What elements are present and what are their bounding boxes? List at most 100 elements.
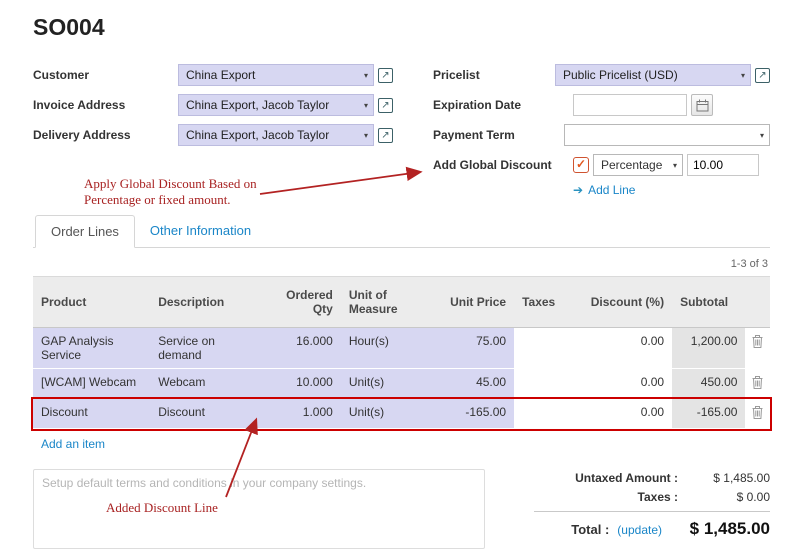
chevron-down-icon: ▾ (673, 161, 677, 170)
customer-select[interactable]: China Export ▾ (178, 64, 374, 86)
global-discount-label: Add Global Discount (433, 158, 573, 172)
delete-row-button[interactable] (745, 369, 770, 399)
delivery-address-select[interactable]: China Export, Jacob Taylor ▾ (178, 124, 374, 146)
cell-unit-price[interactable]: -165.00 (438, 399, 514, 429)
add-an-item-link[interactable]: Add an item (41, 437, 105, 451)
form-right-column: Pricelist Public Pricelist (USD) ▾ ↗ Exp… (433, 63, 770, 197)
trash-icon (752, 376, 763, 389)
discount-amount-input[interactable] (687, 154, 759, 176)
taxes-value: $ 0.00 (678, 490, 770, 504)
untaxed-amount-label: Untaxed Amount : (575, 471, 678, 485)
cell-qty[interactable]: 10.000 (257, 369, 341, 399)
header-ordered-qty: Ordered Qty (257, 277, 341, 328)
calendar-icon (696, 99, 709, 112)
cell-unit-price[interactable]: 75.00 (438, 328, 514, 369)
external-link-icon[interactable]: ↗ (755, 68, 770, 83)
cell-discount[interactable]: 0.00 (570, 369, 672, 399)
external-link-icon[interactable]: ↗ (378, 68, 393, 83)
cell-description[interactable]: Discount (150, 399, 257, 429)
delivery-address-field: Delivery Address China Export, Jacob Tay… (33, 123, 433, 147)
cell-taxes[interactable] (514, 369, 570, 399)
global-discount-field: Add Global Discount ✓ Percentage ▾ (433, 153, 770, 177)
pager: 1-3 of 3 (33, 258, 768, 270)
expiration-date-label: Expiration Date (433, 98, 573, 112)
cell-product[interactable]: [WCAM] Webcam (33, 369, 150, 399)
delete-row-button[interactable] (745, 328, 770, 369)
check-icon: ✓ (576, 157, 586, 171)
tab-order-lines[interactable]: Order Lines (35, 215, 135, 248)
delivery-address-label: Delivery Address (33, 128, 178, 142)
table-row[interactable]: [WCAM] Webcam Webcam 10.000 Unit(s) 45.0… (33, 369, 770, 399)
cell-description[interactable]: Webcam (150, 369, 257, 399)
header-product: Product (33, 277, 150, 328)
totals-divider (534, 511, 770, 512)
cell-discount[interactable]: 0.00 (570, 399, 672, 429)
cell-discount[interactable]: 0.00 (570, 328, 672, 369)
chevron-down-icon: ▾ (760, 131, 764, 140)
trash-icon (752, 335, 763, 348)
trash-icon (752, 406, 763, 419)
table-row[interactable]: GAP Analysis Service Service on demand 1… (33, 328, 770, 369)
header-actions (745, 277, 770, 328)
customer-field: Customer China Export ▾ ↗ (33, 63, 433, 87)
cell-uom[interactable]: Unit(s) (341, 399, 438, 429)
update-link[interactable]: (update) (617, 523, 662, 537)
chevron-down-icon: ▾ (364, 71, 368, 80)
cell-uom[interactable]: Hour(s) (341, 328, 438, 369)
add-line-row: ➔ Add Line (573, 183, 770, 197)
add-item-row: Add an item (33, 429, 770, 460)
payment-term-field: Payment Term ▾ (433, 123, 770, 147)
total-label: Total : (571, 522, 609, 537)
cell-description[interactable]: Service on demand (150, 328, 257, 369)
header-discount: Discount (%) (570, 277, 672, 328)
add-line-link[interactable]: Add Line (588, 183, 635, 197)
invoice-address-value: China Export, Jacob Taylor (186, 98, 329, 112)
totals: Untaxed Amount : $ 1,485.00 Taxes : $ 0.… (508, 469, 770, 549)
pricelist-field: Pricelist Public Pricelist (USD) ▾ ↗ (433, 63, 770, 87)
table-header-row: Product Description Ordered Qty Unit of … (33, 277, 770, 328)
pricelist-value: Public Pricelist (USD) (563, 68, 678, 82)
page-title: SO004 (33, 14, 770, 41)
annotation-discount-line-note: Added Discount Line (106, 500, 218, 516)
tab-other-information[interactable]: Other Information (135, 215, 266, 247)
chevron-down-icon: ▾ (741, 71, 745, 80)
cell-subtotal: 1,200.00 (672, 328, 745, 369)
pricelist-select[interactable]: Public Pricelist (USD) ▾ (555, 64, 751, 86)
delete-row-button[interactable] (745, 399, 770, 429)
payment-term-label: Payment Term (433, 128, 564, 142)
payment-term-select[interactable]: ▾ (564, 124, 770, 146)
annotation-global-discount-note: Apply Global Discount Based on Percentag… (84, 176, 282, 209)
order-lines-table: Product Description Ordered Qty Unit of … (33, 276, 770, 459)
cell-uom[interactable]: Unit(s) (341, 369, 438, 399)
external-link-icon[interactable]: ↗ (378, 128, 393, 143)
expiration-date-input[interactable] (573, 94, 687, 116)
total-value: $ 1,485.00 (670, 519, 770, 539)
cell-product[interactable]: Discount (33, 399, 150, 429)
external-link-icon[interactable]: ↗ (378, 98, 393, 113)
header-unit-of-measure: Unit of Measure (341, 277, 438, 328)
cell-qty[interactable]: 16.000 (257, 328, 341, 369)
untaxed-amount-value: $ 1,485.00 (678, 471, 770, 485)
cell-taxes[interactable] (514, 328, 570, 369)
chevron-down-icon: ▾ (364, 101, 368, 110)
cell-subtotal: -165.00 (672, 399, 745, 429)
cell-product[interactable]: GAP Analysis Service (33, 328, 150, 369)
cell-unit-price[interactable]: 45.00 (438, 369, 514, 399)
header-subtotal: Subtotal (672, 277, 745, 328)
sale-order-form: SO004 Customer China Export ▾ ↗ Invoice … (0, 0, 803, 549)
pricelist-label: Pricelist (433, 68, 555, 82)
discount-type-select[interactable]: Percentage ▾ (593, 154, 683, 176)
cell-taxes[interactable] (514, 399, 570, 429)
calendar-button[interactable] (691, 94, 713, 116)
header-taxes: Taxes (514, 277, 570, 328)
global-discount-checkbox[interactable]: ✓ (573, 157, 589, 173)
terms-conditions-input[interactable]: Setup default terms and conditions in yo… (33, 469, 485, 549)
invoice-address-label: Invoice Address (33, 98, 178, 112)
discount-type-value: Percentage (601, 158, 662, 172)
header-description: Description (150, 277, 257, 328)
cell-qty[interactable]: 1.000 (257, 399, 341, 429)
delivery-address-value: China Export, Jacob Taylor (186, 128, 329, 142)
invoice-address-select[interactable]: China Export, Jacob Taylor ▾ (178, 94, 374, 116)
expiration-date-field: Expiration Date (433, 93, 770, 117)
table-row-discount[interactable]: Discount Discount 1.000 Unit(s) -165.00 … (33, 399, 770, 429)
